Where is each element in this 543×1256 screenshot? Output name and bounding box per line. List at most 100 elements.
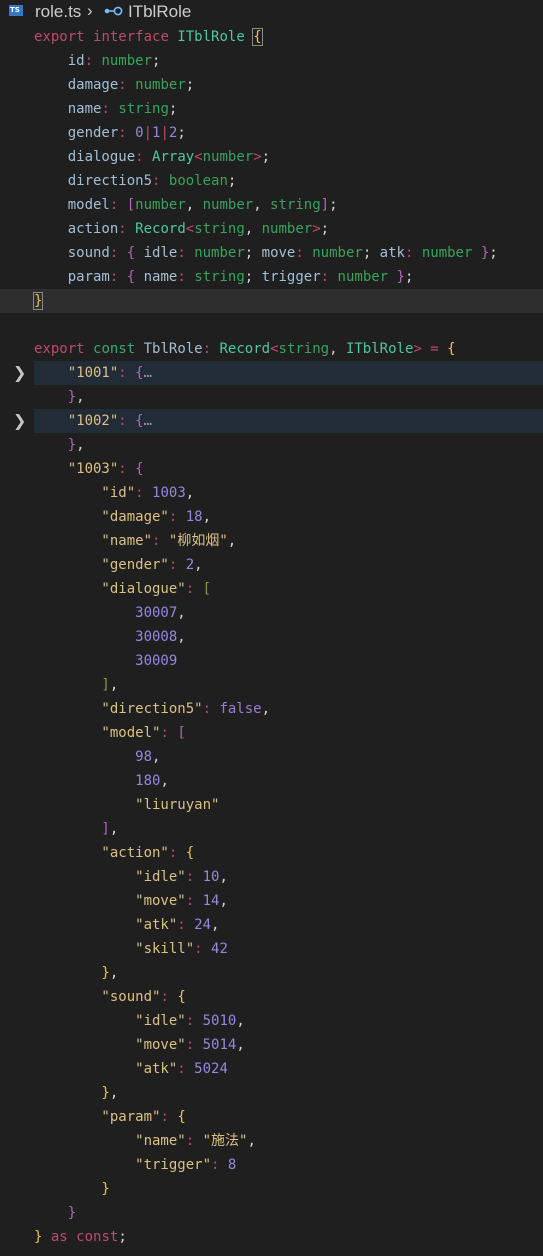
code-line[interactable]: direction5: boolean; — [0, 169, 543, 193]
code-line[interactable]: }, — [0, 385, 543, 409]
code-line[interactable]: "name": "柳如烟", — [0, 529, 543, 553]
code-token: , — [194, 557, 203, 573]
code-line[interactable] — [0, 313, 543, 337]
code-line[interactable]: "skill": 42 — [0, 937, 543, 961]
code-token: ; — [320, 221, 330, 237]
code-token: 14 — [202, 893, 220, 909]
breadcrumb-symbol[interactable]: ITblRole — [128, 2, 191, 22]
code-line[interactable]: } — [0, 1177, 543, 1201]
code-line[interactable]: ], — [0, 673, 543, 697]
code-token: move — [261, 245, 296, 261]
code-token: export — [34, 341, 85, 357]
code-line[interactable]: export interface ITblRole { — [0, 25, 543, 49]
code-line[interactable]: model: [number, number, string]; — [0, 193, 543, 217]
code-line[interactable]: "idle": 10, — [0, 865, 543, 889]
code-token: 10 — [202, 869, 220, 885]
code-line[interactable]: "model": [ — [0, 721, 543, 745]
code-token: interface — [93, 29, 169, 45]
code-line[interactable]: "trigger": 8 — [0, 1153, 543, 1177]
code-line[interactable]: "move": 14, — [0, 889, 543, 913]
code-token: 2 — [185, 557, 195, 573]
code-token: atk — [379, 245, 405, 261]
code-line[interactable]: export const TblRole: Record<string, ITb… — [0, 337, 543, 361]
code-line[interactable]: 180, — [0, 769, 543, 793]
code-token: number — [261, 221, 313, 237]
code-line[interactable]: ❯ "1001": {… — [0, 361, 543, 385]
code-token: | — [143, 125, 153, 141]
code-token: : — [118, 461, 127, 477]
code-token: } — [34, 389, 77, 405]
code-editor[interactable]: export interface ITblRole { id: number; … — [0, 25, 543, 1249]
code-line[interactable]: } as const; — [0, 1225, 543, 1249]
code-token: { — [135, 461, 144, 477]
breadcrumb-file[interactable]: role.ts — [35, 2, 81, 22]
code-line[interactable]: dialogue: Array<number>; — [0, 145, 543, 169]
code-line[interactable]: "direction5": false, — [0, 697, 543, 721]
code-line[interactable]: "dialogue": [ — [0, 577, 543, 601]
code-line[interactable]: "atk": 5024 — [0, 1057, 543, 1081]
code-line[interactable]: "action": { — [0, 841, 543, 865]
code-line[interactable]: } — [0, 1201, 543, 1225]
code-line[interactable]: 98, — [0, 745, 543, 769]
code-line[interactable]: 30007, — [0, 601, 543, 625]
code-line[interactable]: "liuruyan" — [0, 793, 543, 817]
code-line[interactable]: } — [0, 289, 543, 313]
code-line[interactable]: gender: 0|1|2; — [0, 121, 543, 145]
fold-chevron-icon[interactable]: ❯ — [13, 409, 26, 433]
code-line[interactable]: param: { name: string; trigger: number }… — [0, 265, 543, 289]
code-token: , — [109, 821, 119, 837]
code-line[interactable]: "1003": { — [0, 457, 543, 481]
code-line[interactable]: "damage": 18, — [0, 505, 543, 529]
code-line[interactable]: "sound": { — [0, 985, 543, 1009]
code-line[interactable]: sound: { idle: number; move: number; atk… — [0, 241, 543, 265]
code-token: : — [177, 917, 186, 933]
code-line[interactable]: }, — [0, 1081, 543, 1105]
code-token: 1003 — [152, 485, 186, 501]
code-token: ; — [244, 269, 262, 285]
code-token: { — [177, 1109, 186, 1125]
code-line[interactable]: }, — [0, 433, 543, 457]
code-token: : — [177, 245, 186, 261]
code-line[interactable]: "name": "施法", — [0, 1129, 543, 1153]
code-line[interactable]: id: number; — [0, 49, 543, 73]
code-token: "action" — [34, 845, 169, 861]
code-token: "move" — [34, 1037, 186, 1053]
code-line[interactable]: ], — [0, 817, 543, 841]
code-token: , — [236, 1013, 245, 1029]
code-line[interactable]: "param": { — [0, 1105, 543, 1129]
code-token: damage — [34, 77, 119, 93]
code-line[interactable]: "idle": 5010, — [0, 1009, 543, 1033]
code-token: ] — [34, 677, 110, 693]
code-token: "damage" — [34, 509, 169, 525]
code-line[interactable]: ❯ "1002": {… — [0, 409, 543, 433]
code-token: number — [135, 77, 186, 93]
code-line[interactable]: "move": 5014, — [0, 1033, 543, 1057]
code-line[interactable]: "atk": 24, — [0, 913, 543, 937]
fold-chevron-icon[interactable]: ❯ — [13, 361, 26, 385]
code-token: string — [194, 269, 245, 285]
code-line[interactable]: 30009 — [0, 649, 543, 673]
code-token: 5014 — [202, 1037, 237, 1053]
code-token: … — [143, 413, 153, 429]
code-token: , — [109, 677, 119, 693]
code-token: : — [185, 1037, 195, 1053]
code-line[interactable]: action: Record<string, number>; — [0, 217, 543, 241]
code-line[interactable]: name: string; — [0, 97, 543, 121]
code-line[interactable]: }, — [0, 961, 543, 985]
code-line[interactable]: 30008, — [0, 625, 543, 649]
code-token: number — [202, 149, 254, 165]
code-token: | — [160, 125, 169, 141]
code-line[interactable]: damage: number; — [0, 73, 543, 97]
code-line[interactable]: "id": 1003, — [0, 481, 543, 505]
code-line[interactable]: "gender": 2, — [0, 553, 543, 577]
code-token: : — [84, 53, 94, 69]
code-token: : — [295, 245, 304, 261]
code-token: ; — [244, 245, 262, 261]
code-token: } — [34, 437, 77, 453]
